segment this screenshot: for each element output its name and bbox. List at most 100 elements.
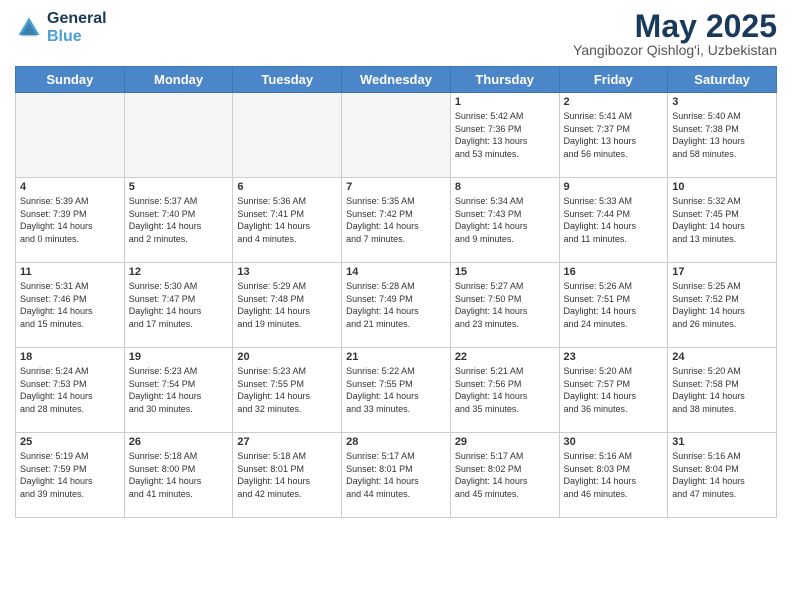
day-number: 2: [564, 96, 664, 108]
calendar-day-cell: 29 Sunrise: 5:17 AM Sunset: 8:02 PM Dayli…: [450, 433, 559, 518]
day-info: Sunrise: 5:27 AM Sunset: 7:50 PM Dayligh…: [455, 280, 555, 330]
day-info: Sunrise: 5:30 AM Sunset: 7:47 PM Dayligh…: [129, 280, 229, 330]
day-number: 31: [672, 436, 772, 448]
calendar-day-header: Friday: [559, 67, 668, 93]
calendar-day-cell: [342, 93, 451, 178]
day-info: Sunrise: 5:24 AM Sunset: 7:53 PM Dayligh…: [20, 365, 120, 415]
calendar-day-header: Sunday: [16, 67, 125, 93]
calendar-day-cell: 15Sunrise: 5:27 AM Sunset: 7:50 PM Dayli…: [450, 263, 559, 348]
calendar-day-cell: 11 Sunrise: 5:31 AM Sunset: 7:46 PM Dayli…: [16, 263, 125, 348]
day-info: Sunrise: 5:23 AM Sunset: 7:55 PM Dayligh…: [237, 365, 337, 415]
calendar-day-header: Saturday: [668, 67, 777, 93]
day-number: 3: [672, 96, 772, 108]
logo-icon: [15, 14, 43, 42]
day-number: 14: [346, 266, 446, 278]
day-info: Sunrise: 5:35 AM Sunset: 7:42 PM Dayligh…: [346, 195, 446, 245]
calendar-day-cell: 27 Sunrise: 5:18 AM Sunset: 8:01 PM Dayli…: [233, 433, 342, 518]
day-number: 4: [20, 181, 120, 193]
day-info: Sunrise: 5:40 AM Sunset: 7:38 PM Dayligh…: [672, 110, 772, 160]
calendar-day-cell: 21Sunrise: 5:22 AM Sunset: 7:55 PM Dayli…: [342, 348, 451, 433]
day-number: 19: [129, 351, 229, 363]
calendar-day-header: Thursday: [450, 67, 559, 93]
day-info: Sunrise: 5:31 AM Sunset: 7:46 PM Dayligh…: [20, 280, 120, 330]
day-info: Sunrise: 5:16 AM Sunset: 8:03 PM Dayligh…: [564, 450, 664, 500]
day-info: Sunrise: 5:34 AM Sunset: 7:43 PM Dayligh…: [455, 195, 555, 245]
day-number: 25: [20, 436, 120, 448]
calendar-week-row: 11 Sunrise: 5:31 AM Sunset: 7:46 PM Dayli…: [16, 263, 777, 348]
calendar-day-cell: 20 Sunrise: 5:23 AM Sunset: 7:55 PM Dayli…: [233, 348, 342, 433]
day-info: Sunrise: 5:37 AM Sunset: 7:40 PM Dayligh…: [129, 195, 229, 245]
calendar-week-row: 25 Sunrise: 5:19 AM Sunset: 7:59 PM Dayli…: [16, 433, 777, 518]
day-info: Sunrise: 5:23 AM Sunset: 7:54 PM Dayligh…: [129, 365, 229, 415]
calendar-day-cell: 10 Sunrise: 5:32 AM Sunset: 7:45 PM Dayli…: [668, 178, 777, 263]
day-info: Sunrise: 5:42 AM Sunset: 7:36 PM Dayligh…: [455, 110, 555, 160]
day-info: Sunrise: 5:32 AM Sunset: 7:45 PM Dayligh…: [672, 195, 772, 245]
day-number: 6: [237, 181, 337, 193]
calendar-day-cell: 24 Sunrise: 5:20 AM Sunset: 7:58 PM Dayli…: [668, 348, 777, 433]
day-number: 7: [346, 181, 446, 193]
day-number: 11: [20, 266, 120, 278]
title-block: May 2025 Yangibozor Qishlog'i, Uzbekista…: [573, 10, 777, 58]
day-number: 12: [129, 266, 229, 278]
logo-text: General Blue: [47, 10, 107, 46]
header: General Blue May 2025 Yangibozor Qishlog…: [15, 10, 777, 58]
calendar-week-row: 4 Sunrise: 5:39 AM Sunset: 7:39 PM Daylig…: [16, 178, 777, 263]
calendar-day-cell: 19 Sunrise: 5:23 AM Sunset: 7:54 PM Dayli…: [124, 348, 233, 433]
day-info: Sunrise: 5:39 AM Sunset: 7:39 PM Dayligh…: [20, 195, 120, 245]
calendar-day-cell: [124, 93, 233, 178]
calendar-day-cell: 9 Sunrise: 5:33 AM Sunset: 7:44 PM Daylig…: [559, 178, 668, 263]
calendar-week-row: 18Sunrise: 5:24 AM Sunset: 7:53 PM Dayli…: [16, 348, 777, 433]
day-info: Sunrise: 5:17 AM Sunset: 8:02 PM Dayligh…: [455, 450, 555, 500]
calendar-day-cell: 7 Sunrise: 5:35 AM Sunset: 7:42 PM Daylig…: [342, 178, 451, 263]
day-info: Sunrise: 5:18 AM Sunset: 8:01 PM Dayligh…: [237, 450, 337, 500]
day-info: Sunrise: 5:16 AM Sunset: 8:04 PM Dayligh…: [672, 450, 772, 500]
day-number: 27: [237, 436, 337, 448]
day-info: Sunrise: 5:17 AM Sunset: 8:01 PM Dayligh…: [346, 450, 446, 500]
calendar-day-cell: 13Sunrise: 5:29 AM Sunset: 7:48 PM Dayli…: [233, 263, 342, 348]
day-number: 16: [564, 266, 664, 278]
day-info: Sunrise: 5:19 AM Sunset: 7:59 PM Dayligh…: [20, 450, 120, 500]
calendar-day-cell: 6 Sunrise: 5:36 AM Sunset: 7:41 PM Daylig…: [233, 178, 342, 263]
calendar-day-cell: 12 Sunrise: 5:30 AM Sunset: 7:47 PM Dayli…: [124, 263, 233, 348]
day-info: Sunrise: 5:20 AM Sunset: 7:58 PM Dayligh…: [672, 365, 772, 415]
day-number: 20: [237, 351, 337, 363]
day-number: 10: [672, 181, 772, 193]
calendar-day-cell: 1Sunrise: 5:42 AM Sunset: 7:36 PM Daylig…: [450, 93, 559, 178]
calendar-day-cell: 3 Sunrise: 5:40 AM Sunset: 7:38 PM Daylig…: [668, 93, 777, 178]
day-info: Sunrise: 5:36 AM Sunset: 7:41 PM Dayligh…: [237, 195, 337, 245]
day-info: Sunrise: 5:18 AM Sunset: 8:00 PM Dayligh…: [129, 450, 229, 500]
calendar-day-cell: 22 Sunrise: 5:21 AM Sunset: 7:56 PM Dayli…: [450, 348, 559, 433]
calendar-day-cell: 2 Sunrise: 5:41 AM Sunset: 7:37 PM Daylig…: [559, 93, 668, 178]
calendar-day-header: Wednesday: [342, 67, 451, 93]
calendar-day-cell: 26 Sunrise: 5:18 AM Sunset: 8:00 PM Dayli…: [124, 433, 233, 518]
calendar-day-cell: 16Sunrise: 5:26 AM Sunset: 7:51 PM Dayli…: [559, 263, 668, 348]
day-info: Sunrise: 5:25 AM Sunset: 7:52 PM Dayligh…: [672, 280, 772, 330]
day-info: Sunrise: 5:21 AM Sunset: 7:56 PM Dayligh…: [455, 365, 555, 415]
calendar-day-cell: 25 Sunrise: 5:19 AM Sunset: 7:59 PM Dayli…: [16, 433, 125, 518]
day-number: 30: [564, 436, 664, 448]
day-number: 26: [129, 436, 229, 448]
day-number: 8: [455, 181, 555, 193]
day-info: Sunrise: 5:33 AM Sunset: 7:44 PM Dayligh…: [564, 195, 664, 245]
page: General Blue May 2025 Yangibozor Qishlog…: [0, 0, 792, 612]
day-info: Sunrise: 5:28 AM Sunset: 7:49 PM Dayligh…: [346, 280, 446, 330]
day-number: 13: [237, 266, 337, 278]
calendar-day-cell: 14 Sunrise: 5:28 AM Sunset: 7:49 PM Dayli…: [342, 263, 451, 348]
day-number: 29: [455, 436, 555, 448]
calendar-day-cell: 18Sunrise: 5:24 AM Sunset: 7:53 PM Dayli…: [16, 348, 125, 433]
calendar-day-cell: 28Sunrise: 5:17 AM Sunset: 8:01 PM Dayli…: [342, 433, 451, 518]
calendar-day-header: Monday: [124, 67, 233, 93]
month-title: May 2025: [573, 10, 777, 42]
location-subtitle: Yangibozor Qishlog'i, Uzbekistan: [573, 42, 777, 58]
calendar-week-row: 1Sunrise: 5:42 AM Sunset: 7:36 PM Daylig…: [16, 93, 777, 178]
day-number: 17: [672, 266, 772, 278]
calendar-header-row: SundayMondayTuesdayWednesdayThursdayFrid…: [16, 67, 777, 93]
calendar-day-header: Tuesday: [233, 67, 342, 93]
day-number: 22: [455, 351, 555, 363]
day-info: Sunrise: 5:41 AM Sunset: 7:37 PM Dayligh…: [564, 110, 664, 160]
day-number: 24: [672, 351, 772, 363]
calendar: SundayMondayTuesdayWednesdayThursdayFrid…: [15, 66, 777, 518]
calendar-day-cell: 30 Sunrise: 5:16 AM Sunset: 8:03 PM Dayli…: [559, 433, 668, 518]
day-number: 9: [564, 181, 664, 193]
calendar-day-cell: 31 Sunrise: 5:16 AM Sunset: 8:04 PM Dayli…: [668, 433, 777, 518]
